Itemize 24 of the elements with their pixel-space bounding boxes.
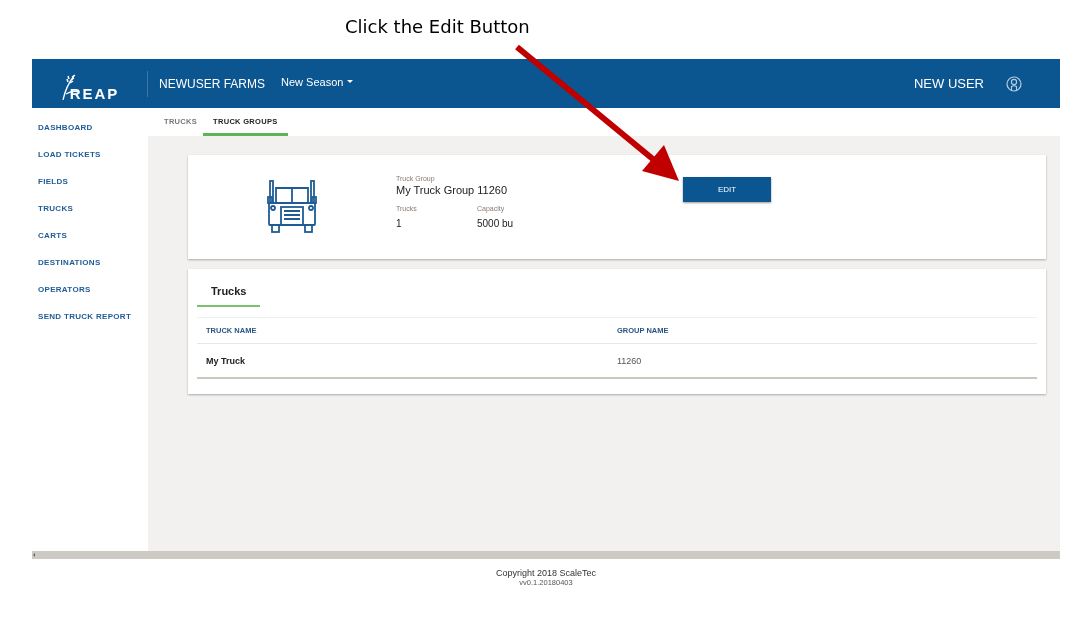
- user-icon[interactable]: [1006, 75, 1022, 92]
- sidebar-item[interactable]: SEND TRUCK REPORT: [38, 311, 148, 323]
- sidebar-item[interactable]: CARTS: [38, 230, 148, 242]
- sidebar-item[interactable]: DASHBOARD: [38, 122, 148, 134]
- app-logo[interactable]: REAP: [69, 84, 120, 102]
- user-name[interactable]: NEW USER: [913, 76, 984, 91]
- tab[interactable]: Trucks: [197, 279, 261, 307]
- sidebar-item[interactable]: TRUCKS: [38, 203, 148, 215]
- instruction-caption: Click the Edit Button: [345, 16, 530, 37]
- field-value: 1: [396, 218, 403, 229]
- group-name: My Truck Group 11260: [396, 184, 509, 196]
- sidebar-item[interactable]: OPERATORS: [38, 284, 148, 296]
- sidebar-item[interactable]: LOAD TICKETS: [38, 149, 148, 161]
- horizontal-scrollbar[interactable]: [32, 551, 1060, 559]
- copyright-text: Copyright 2018 ScaleTec: [495, 568, 597, 578]
- season-dropdown[interactable]: New Season: [281, 75, 354, 88]
- edit-button[interactable]: EDIT: [683, 177, 771, 202]
- truck-icon: [267, 180, 317, 234]
- field-value: 5000 bu: [477, 218, 515, 229]
- farm-name[interactable]: NEWUSER FARMS: [159, 76, 265, 91]
- table-cell-text: My Truck: [206, 355, 246, 366]
- sidebar-item[interactable]: FIELDS: [38, 176, 148, 188]
- table-cell-text: 11260: [617, 355, 643, 366]
- sidebar-item[interactable]: DESTINATIONS: [38, 257, 148, 269]
